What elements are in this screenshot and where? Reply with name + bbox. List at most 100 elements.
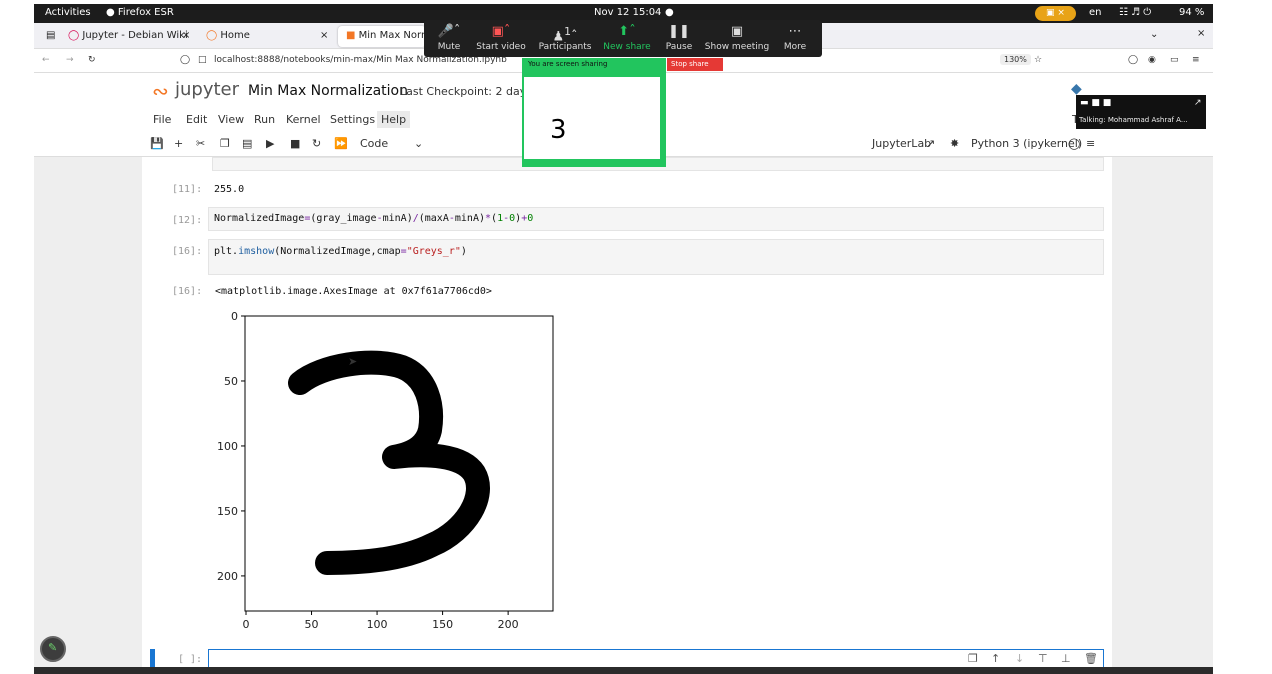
delete-icon[interactable]: 🗑	[1084, 652, 1098, 665]
menu-help[interactable]: Help	[377, 111, 411, 128]
preview-screen: 3	[524, 77, 660, 159]
battery-indicator[interactable]: 94 %	[1179, 7, 1204, 18]
insert-cell-icon[interactable]: +	[174, 137, 183, 150]
menu-run[interactable]: Run	[254, 113, 275, 126]
sharing-status: You are screen sharing	[522, 58, 666, 71]
cell-prompt: [16]:	[172, 286, 203, 297]
share-preview-thumbnail: 3	[522, 71, 666, 167]
video-off-icon: ▣ˆ	[491, 24, 511, 39]
stop-share-button[interactable]: Stop share	[667, 58, 723, 71]
code-cell-16[interactable]: plt.imshow(NormalizedImage,cmap="Greys_r…	[208, 239, 1104, 275]
clock[interactable]: Nov 12 15:04	[594, 7, 661, 18]
notification-dot: ●	[665, 7, 674, 18]
tab-debian-wiki[interactable]: ◯ Jupyter - Debian Wiki ×	[60, 26, 198, 47]
start-video-button[interactable]: ▣ˆ Start video	[466, 24, 536, 52]
tab-home[interactable]: ◯ Home ×	[198, 26, 338, 47]
jupyterlab-link[interactable]: JupyterLab	[872, 137, 931, 150]
duplicate-icon[interactable]: ❐	[968, 652, 978, 665]
menu-settings[interactable]: Settings	[330, 113, 375, 126]
more-button[interactable]: ⋯ More	[760, 24, 830, 52]
window-controls-icon[interactable]: ▬ ■ ■	[1080, 98, 1111, 108]
fast-forward-icon[interactable]: ⏩	[334, 137, 348, 150]
menu-file[interactable]: File	[153, 113, 171, 126]
x-tick-label: 150	[432, 618, 453, 631]
pencil-icon: ✎	[48, 641, 58, 654]
cut-icon[interactable]: ✂	[196, 137, 205, 150]
participants-icon: ♟1ˆ	[552, 25, 578, 45]
cell-type-select[interactable]: Code	[360, 137, 388, 150]
x-tick-label: 200	[498, 618, 519, 631]
copy-icon[interactable]: ❐	[220, 137, 230, 150]
stop-icon[interactable]: ■	[290, 137, 300, 150]
x-tick-label: 50	[305, 618, 319, 631]
code-cell-12[interactable]: NormalizedImage=(gray_image-minA)/(maxA-…	[208, 207, 1104, 231]
extensions-icon[interactable]: ▭	[1170, 55, 1179, 65]
network-icon[interactable]: ☷ ♬ ⏻	[1119, 7, 1151, 18]
y-axis: 0 50 100 150 200	[217, 310, 245, 583]
chevron-down-icon[interactable]: ⌄	[414, 137, 423, 150]
menu-edit[interactable]: Edit	[186, 113, 207, 126]
reload-icon[interactable]: ↻	[88, 55, 96, 65]
close-icon[interactable]: ×	[320, 30, 328, 41]
insert-below-icon[interactable]: ⊥	[1061, 652, 1071, 665]
right-gutter	[1213, 0, 1272, 674]
page-info-icon[interactable]: ◯	[180, 55, 190, 65]
notebook-icon: ■	[346, 30, 356, 41]
list-tabs-icon[interactable]: ⌄	[1150, 29, 1158, 40]
activities-button[interactable]: Activities	[45, 7, 91, 18]
edit-fab-button[interactable]: ✎	[40, 636, 66, 662]
move-down-icon[interactable]: ↓	[1015, 652, 1024, 665]
active-cell-marker	[150, 649, 155, 669]
kernel-name[interactable]: Python 3 (ipykernel)	[971, 137, 1082, 150]
code-line: NormalizedImage=(gray_image-minA)/(maxA-…	[214, 213, 534, 224]
cell-output: 255.0	[214, 184, 245, 195]
close-icon[interactable]: ×	[182, 30, 190, 41]
hamburger-icon[interactable]: ≡	[1086, 137, 1095, 150]
language-indicator[interactable]: en	[1089, 7, 1102, 18]
debugger-icon[interactable]: ✸	[950, 137, 959, 150]
save-icon[interactable]: 💾	[150, 137, 164, 150]
notebook-panel: [11]: 255.0 [12]: NormalizedImage=(gray_…	[142, 157, 1112, 669]
menu-kernel[interactable]: Kernel	[286, 113, 321, 126]
close-window-icon[interactable]: ×	[1197, 28, 1205, 39]
page-icon: □	[198, 55, 207, 65]
talking-indicator: ▬ ■ ■ ↗ Talking: Mohammad Ashraf A...	[1076, 95, 1206, 129]
menu-view[interactable]: View	[218, 113, 244, 126]
pocket-icon[interactable]: ◯	[1128, 55, 1138, 65]
account-icon[interactable]: ◉	[1148, 55, 1156, 65]
participants-button[interactable]: ♟1ˆ Participants	[530, 24, 600, 52]
y-tick-label: 0	[231, 310, 238, 323]
screen: Activities ● Firefox ESR Nov 12 15:04 ● …	[34, 4, 1213, 674]
app-name: Firefox ESR	[117, 7, 174, 18]
talking-label: Talking: Mohammad Ashraf A...	[1079, 116, 1188, 124]
jupyter-icon: ◯	[206, 30, 218, 41]
tab-label: Home	[220, 30, 250, 41]
run-icon[interactable]: ▶	[266, 137, 274, 150]
x-tick-label: 100	[367, 618, 388, 631]
bookmark-star-icon[interactable]: ☆	[1034, 55, 1042, 65]
tab-label: Jupyter - Debian Wiki	[82, 30, 188, 41]
jupyter-logo-icon: ∾	[152, 79, 169, 103]
paste-icon[interactable]: ▤	[242, 137, 252, 150]
move-up-icon[interactable]: ↑	[991, 652, 1000, 665]
more-icon: ⋯	[788, 24, 802, 39]
forward-icon[interactable]: →	[66, 55, 74, 65]
y-tick-label: 100	[217, 440, 238, 453]
restart-icon[interactable]: ↻	[312, 137, 321, 150]
expand-icon[interactable]: ↗	[1194, 98, 1202, 108]
menu-icon[interactable]: ≡	[1192, 55, 1200, 65]
code-line: plt.imshow(NormalizedImage,cmap="Greys_r…	[214, 246, 467, 257]
y-tick-label: 200	[217, 570, 238, 583]
firefox-app-menu[interactable]: ● Firefox ESR	[106, 7, 174, 18]
screen-share-indicator[interactable]: ▣ ×	[1035, 6, 1076, 21]
back-icon[interactable]: ←	[42, 55, 50, 65]
tab-min-max[interactable]: ■ Min Max Normaliz	[338, 26, 426, 47]
jupyter-logo[interactable]: jupyter	[175, 79, 239, 100]
notebook-title[interactable]: Min Max Normalization	[248, 83, 408, 99]
checkpoint-status: Last Checkpoint: 2 days a	[400, 85, 543, 98]
zoom-level[interactable]: 130%	[1000, 54, 1031, 65]
cell-prompt: [11]:	[172, 184, 203, 195]
x-tick-label: 0	[243, 618, 250, 631]
bottom-bar	[34, 667, 1213, 674]
insert-above-icon[interactable]: ⊤	[1038, 652, 1048, 665]
